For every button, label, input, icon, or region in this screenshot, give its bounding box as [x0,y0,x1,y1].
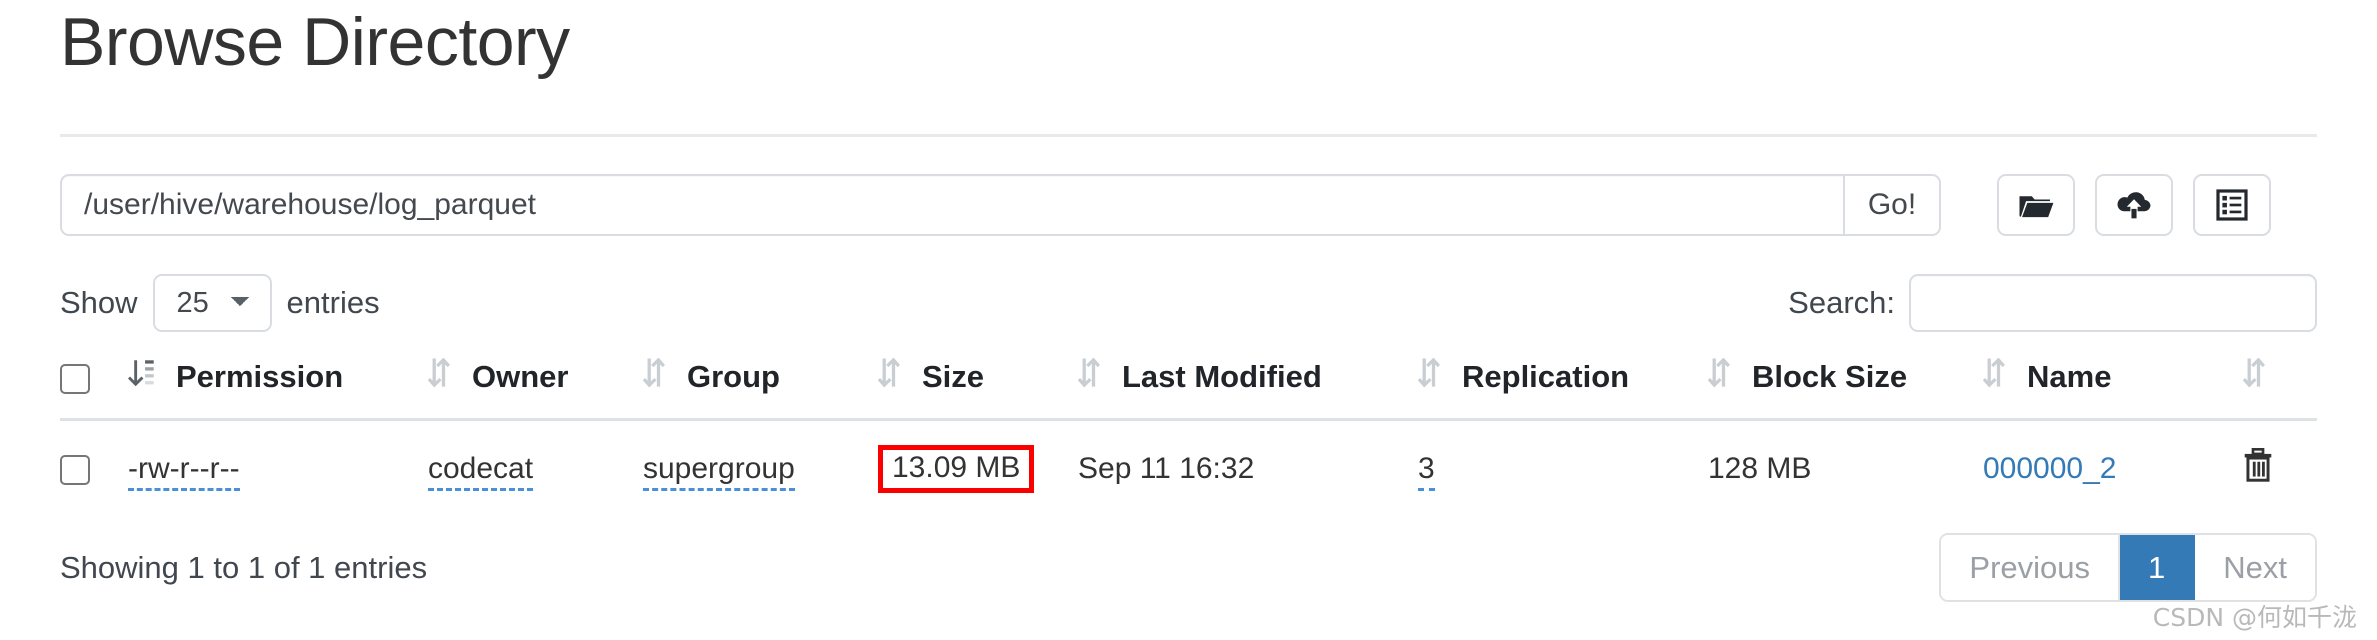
size-value: 13.09 MB [878,445,1035,493]
trash-icon [2243,447,2273,485]
column-header-owner[interactable]: Owner [427,357,643,420]
column-header-replication[interactable]: Replication [1417,357,1708,420]
column-header-size[interactable]: Size [877,357,1078,420]
go-button[interactable]: Go! [1843,174,1941,236]
sort-both-icon [1707,357,1730,396]
replication-value[interactable]: 3 [1418,452,1435,491]
page-title: Browse Directory [60,4,570,80]
table-header-row: Permission Owner Group Size Last Modifie… [60,357,2317,420]
owner-value[interactable]: codecat [428,452,534,491]
cell-actions [2243,418,2317,517]
cell-block-size: 128 MB [1708,418,1983,517]
upload-files-button[interactable] [2095,174,2173,236]
column-header-permission[interactable]: Permission [128,358,428,420]
column-label-permission: Permission [176,359,344,394]
pagination-next-button[interactable]: Next [2195,535,2315,601]
watermark: CSDN @何如千泷 [2152,603,2357,632]
column-header-last-modified[interactable]: Last Modified [1077,357,1418,420]
table-info: Showing 1 to 1 of 1 entries [60,549,428,585]
search-control: Search: [1788,274,2317,332]
group-value[interactable]: supergroup [643,452,795,491]
column-header-block-size[interactable]: Block Size [1707,357,1983,420]
column-label-name: Name [2027,359,2112,394]
pagination-previous-button[interactable]: Previous [1941,535,2120,601]
table-body: -rw-r--r-- codecat supergroup 13.09 MB S… [60,418,2317,517]
pagination: Previous 1 Next [1939,533,2317,603]
table-head: Permission Owner Group Size Last Modifie… [60,357,2317,420]
column-header-name[interactable]: Name [1982,357,2243,420]
search-input[interactable] [1909,274,2317,332]
sort-both-icon [427,357,450,396]
column-label-owner: Owner [472,359,569,394]
directory-table: Permission Owner Group Size Last Modifie… [60,357,2317,517]
search-label: Search: [1788,285,1895,320]
snapshot-list-button[interactable] [2193,174,2271,236]
delete-file-button[interactable] [2243,447,2273,485]
header-select-all[interactable] [60,358,128,420]
path-input[interactable] [60,174,1843,236]
cell-last-modified: Sep 11 16:32 [1078,418,1418,517]
page-length-select[interactable]: 25 50 100 [152,274,272,332]
sort-both-icon [877,357,900,396]
path-toolbar: Go! [60,174,2317,236]
path-input-group: Go! [60,174,1941,236]
sort-both-icon [642,357,665,396]
column-header-group[interactable]: Group [642,357,878,420]
sort-both-icon [1982,357,2005,396]
sort-both-icon [1417,357,1440,396]
row-select-cell[interactable] [60,418,128,517]
directory-action-buttons [1997,174,2271,236]
folder-open-icon [2017,190,2055,220]
file-name-link[interactable]: 000000_2 [1983,452,2116,485]
datatable-footer: Showing 1 to 1 of 1 entries Previous 1 N… [60,533,2317,603]
column-label-group: Group [687,359,780,394]
cell-permission: -rw-r--r-- [128,418,428,517]
permission-value[interactable]: -rw-r--r-- [128,452,240,491]
column-label-block-size: Block Size [1752,359,1908,394]
select-all-checkbox[interactable] [60,363,90,394]
column-label-replication: Replication [1462,359,1630,394]
cell-size: 13.09 MB [878,418,1078,517]
new-directory-button[interactable] [1997,174,2075,236]
browse-directory-page: Browse Directory Go! [0,0,2377,640]
cell-name: 000000_2 [1983,418,2243,517]
pagination-page-1-button[interactable]: 1 [2120,535,2196,601]
sort-both-icon [1077,357,1100,396]
datatable-controls: Show 25 50 100 entries Search: [60,274,2317,332]
cell-owner: codecat [428,418,643,517]
sort-amount-down-icon [128,358,154,396]
column-label-size: Size [922,359,985,394]
column-header-actions[interactable] [2242,357,2317,420]
row-checkbox[interactable] [60,455,90,486]
entries-label: entries [286,285,380,320]
cell-group: supergroup [643,418,878,517]
sort-both-icon [2242,357,2265,396]
cell-replication: 3 [1418,418,1708,517]
column-label-last-modified: Last Modified [1122,359,1322,394]
show-label: Show [60,285,138,320]
table-row: -rw-r--r-- codecat supergroup 13.09 MB S… [60,418,2317,517]
cut-file-list-icon [2216,189,2248,221]
cloud-upload-icon [2115,190,2153,220]
title-divider [60,134,2317,137]
length-control: Show 25 50 100 entries [60,274,380,332]
